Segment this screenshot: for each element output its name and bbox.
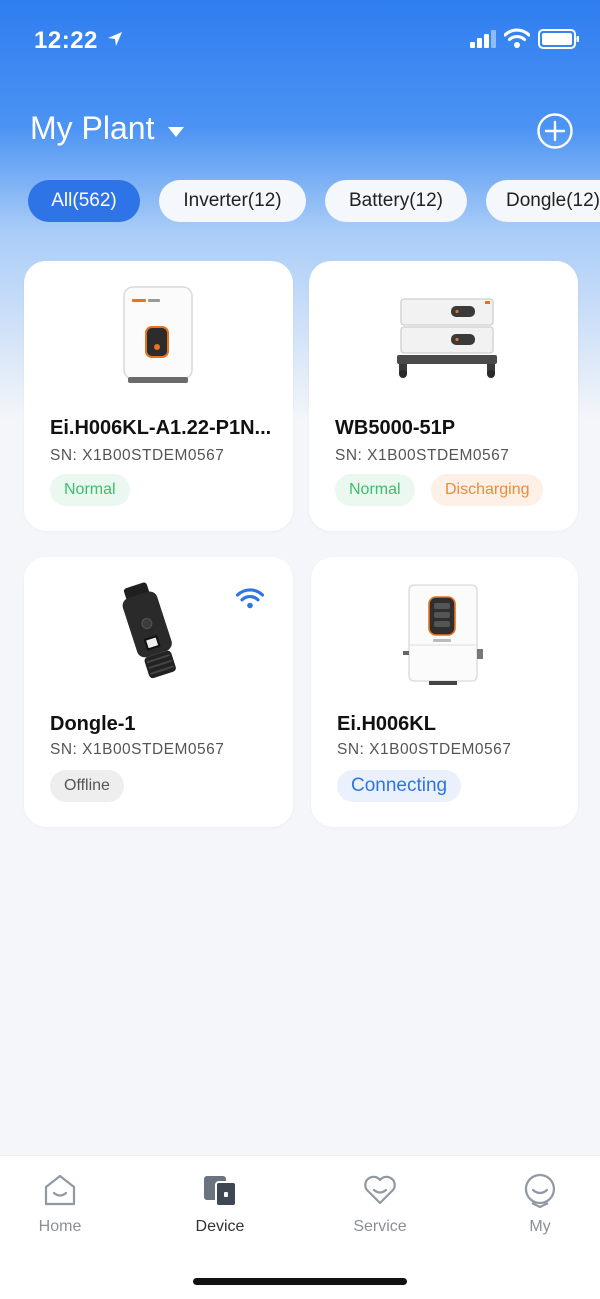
status-bar: 12:22 xyxy=(0,0,600,80)
device-card[interactable]: Dongle-1 SN: X1B00STDEM0567 Offline xyxy=(24,557,293,827)
home-indicator xyxy=(193,1278,407,1285)
device-serial: SN: X1B00STDEM0567 xyxy=(335,447,510,464)
device-card[interactable]: Ei.H006KL-A1.22-P1N... SN: X1B00STDEM056… xyxy=(24,261,293,531)
status-badge-normal: Normal xyxy=(335,474,415,506)
status-badge-discharging: Discharging xyxy=(431,474,544,506)
filter-chip-inverter[interactable]: Inverter(12) xyxy=(159,180,306,222)
tab-device-label: Device xyxy=(195,1218,245,1235)
heart-icon xyxy=(364,1175,396,1205)
location-arrow-icon xyxy=(108,32,122,46)
device-card[interactable]: Ei.H006KL SN: X1B00STDEM0567 Connecting xyxy=(311,557,578,827)
filter-chip-battery[interactable]: Battery(12) xyxy=(325,180,467,222)
device-serial: SN: X1B00STDEM0567 xyxy=(50,447,225,464)
caret-down-icon xyxy=(168,126,185,137)
filter-chip-dongle[interactable]: Dongle(12) xyxy=(486,180,600,222)
dongle-image xyxy=(122,582,176,679)
tab-service-label: Service xyxy=(353,1218,407,1235)
device-serial: SN: X1B00STDEM0567 xyxy=(50,741,225,758)
status-badge-normal: Normal xyxy=(50,474,130,506)
tab-home[interactable]: Home xyxy=(0,1172,120,1236)
device-card[interactable]: WB5000-51P SN: X1B00STDEM0567 Normal Dis… xyxy=(309,261,578,531)
profile-icon xyxy=(524,1173,556,1208)
status-badge-connecting: Connecting xyxy=(337,770,462,802)
wifi-status-icon xyxy=(504,28,530,48)
add-device-button[interactable] xyxy=(536,112,574,150)
hybrid-inverter-image xyxy=(403,584,483,685)
battery-status-icon xyxy=(538,29,579,49)
tab-service[interactable]: Service xyxy=(320,1172,440,1236)
tab-my[interactable]: My xyxy=(480,1172,600,1236)
device-name: Ei.H006KL-A1.22-P1N... xyxy=(50,417,272,439)
device-name: Dongle-1 xyxy=(50,713,136,735)
device-name: Ei.H006KL xyxy=(337,713,436,735)
wifi-icon xyxy=(236,588,264,609)
device-icon xyxy=(204,1176,237,1207)
inverter-image xyxy=(123,286,193,383)
filter-chip-all[interactable]: All(562) xyxy=(28,180,140,222)
cellular-signal-icon xyxy=(470,30,496,48)
tab-home-label: Home xyxy=(38,1218,82,1235)
home-icon xyxy=(44,1174,76,1206)
plant-selector[interactable]: My Plant xyxy=(30,110,185,147)
battery-image xyxy=(397,298,497,378)
status-time: 12:22 xyxy=(34,27,98,54)
tab-my-label: My xyxy=(529,1218,551,1235)
device-serial: SN: X1B00STDEM0567 xyxy=(337,741,512,758)
status-badge-offline: Offline xyxy=(50,770,124,802)
page-title: My Plant xyxy=(30,110,155,146)
tab-device[interactable]: Device xyxy=(160,1172,280,1236)
filter-chips: All(562) Inverter(12) Battery(12) Dongle… xyxy=(28,180,600,224)
device-name: WB5000-51P xyxy=(335,417,456,439)
